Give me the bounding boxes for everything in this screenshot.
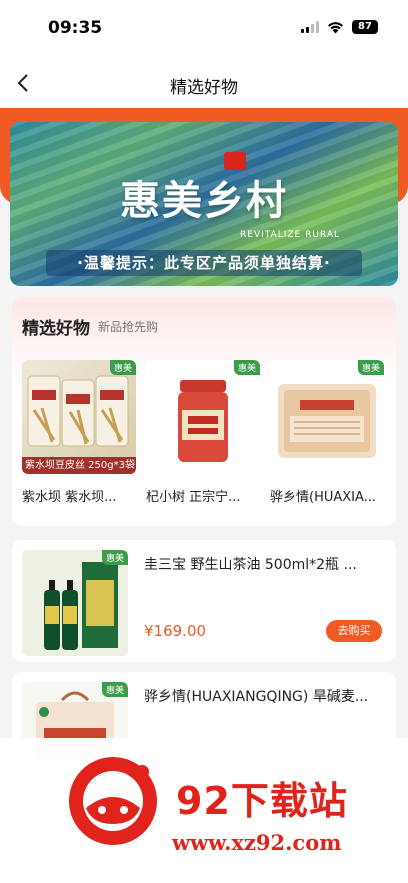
featured-item[interactable]: 惠美 骅乡情(HUAXIA... bbox=[270, 360, 384, 505]
list-item[interactable]: 惠美 圭三宝 野生山茶油 500ml*2瓶 ... ¥169.00 去购买 bbox=[12, 540, 396, 662]
featured-item[interactable]: 惠美 杞小树 正宗宁... bbox=[146, 360, 260, 505]
status-bar: 09:35 87 bbox=[0, 0, 408, 56]
product-badge: 惠美 bbox=[357, 360, 384, 375]
product-name: 骅乡情(HUAXIA... bbox=[270, 490, 377, 505]
product-image: 惠美 bbox=[146, 360, 260, 474]
tea-oil-bottles-image bbox=[22, 550, 128, 656]
noodle-bag-image bbox=[278, 384, 376, 458]
status-time: 09:35 bbox=[48, 18, 103, 38]
page-title: 精选好物 bbox=[170, 78, 238, 98]
product-price: ¥169.00 bbox=[144, 622, 207, 640]
product-name: 骅乡情(HUAXIANGQING) 旱碱麦... bbox=[144, 689, 369, 705]
signal-icon bbox=[301, 21, 319, 33]
product-name: 杞小树 正宗宁... bbox=[146, 490, 241, 505]
battery-icon: 87 bbox=[352, 20, 378, 34]
watermark-title: 92下载站 bbox=[176, 779, 348, 823]
product-badge: 惠美 bbox=[101, 550, 128, 565]
wifi-icon bbox=[327, 21, 344, 34]
featured-item[interactable]: 惠美 紫水坝豆皮丝 250g*3袋 紫水坝 紫水坝... bbox=[22, 360, 136, 505]
product-image: 惠美 紫水坝豆皮丝 250g*3袋 bbox=[22, 360, 136, 474]
product-caption: 紫水坝豆皮丝 250g*3袋 bbox=[22, 457, 136, 474]
product-image: 惠美 bbox=[22, 550, 128, 656]
section-subtitle: 新品抢先购 bbox=[98, 320, 159, 334]
product-name: 圭三宝 野生山茶油 500ml*2瓶 ... bbox=[144, 557, 357, 573]
product-image: 惠美 bbox=[270, 360, 384, 474]
watermark: 92下载站 www.xz92.com bbox=[0, 738, 408, 883]
banner-subtitle: REVITALIZE RURAL bbox=[240, 230, 340, 240]
buy-button[interactable]: 去购买 bbox=[326, 620, 382, 642]
product-badge: 惠美 bbox=[109, 360, 136, 375]
nav-bar: 精选好物 bbox=[0, 56, 408, 110]
product-name: 紫水坝 紫水坝... bbox=[22, 490, 117, 505]
site-logo bbox=[69, 757, 157, 845]
banner-title: 惠美乡村 bbox=[120, 177, 288, 224]
banner-notice: ·温馨提示：此专区产品须单独结算· bbox=[46, 250, 362, 276]
promo-banner[interactable]: 惠美乡村 REVITALIZE RURAL ·温馨提示：此专区产品须单独结算· bbox=[10, 122, 398, 286]
status-icons: 87 bbox=[301, 20, 378, 34]
watermark-url: www.xz92.com bbox=[172, 830, 342, 855]
product-badge: 惠美 bbox=[101, 682, 128, 697]
featured-section: 精选好物 新品抢先购 惠美 紫水坝豆皮丝 250g*3袋 紫水坝 紫水坝... bbox=[12, 298, 396, 526]
section-title: 精选好物 bbox=[22, 319, 90, 339]
goji-jar-image bbox=[178, 380, 228, 462]
product-badge: 惠美 bbox=[233, 360, 260, 375]
